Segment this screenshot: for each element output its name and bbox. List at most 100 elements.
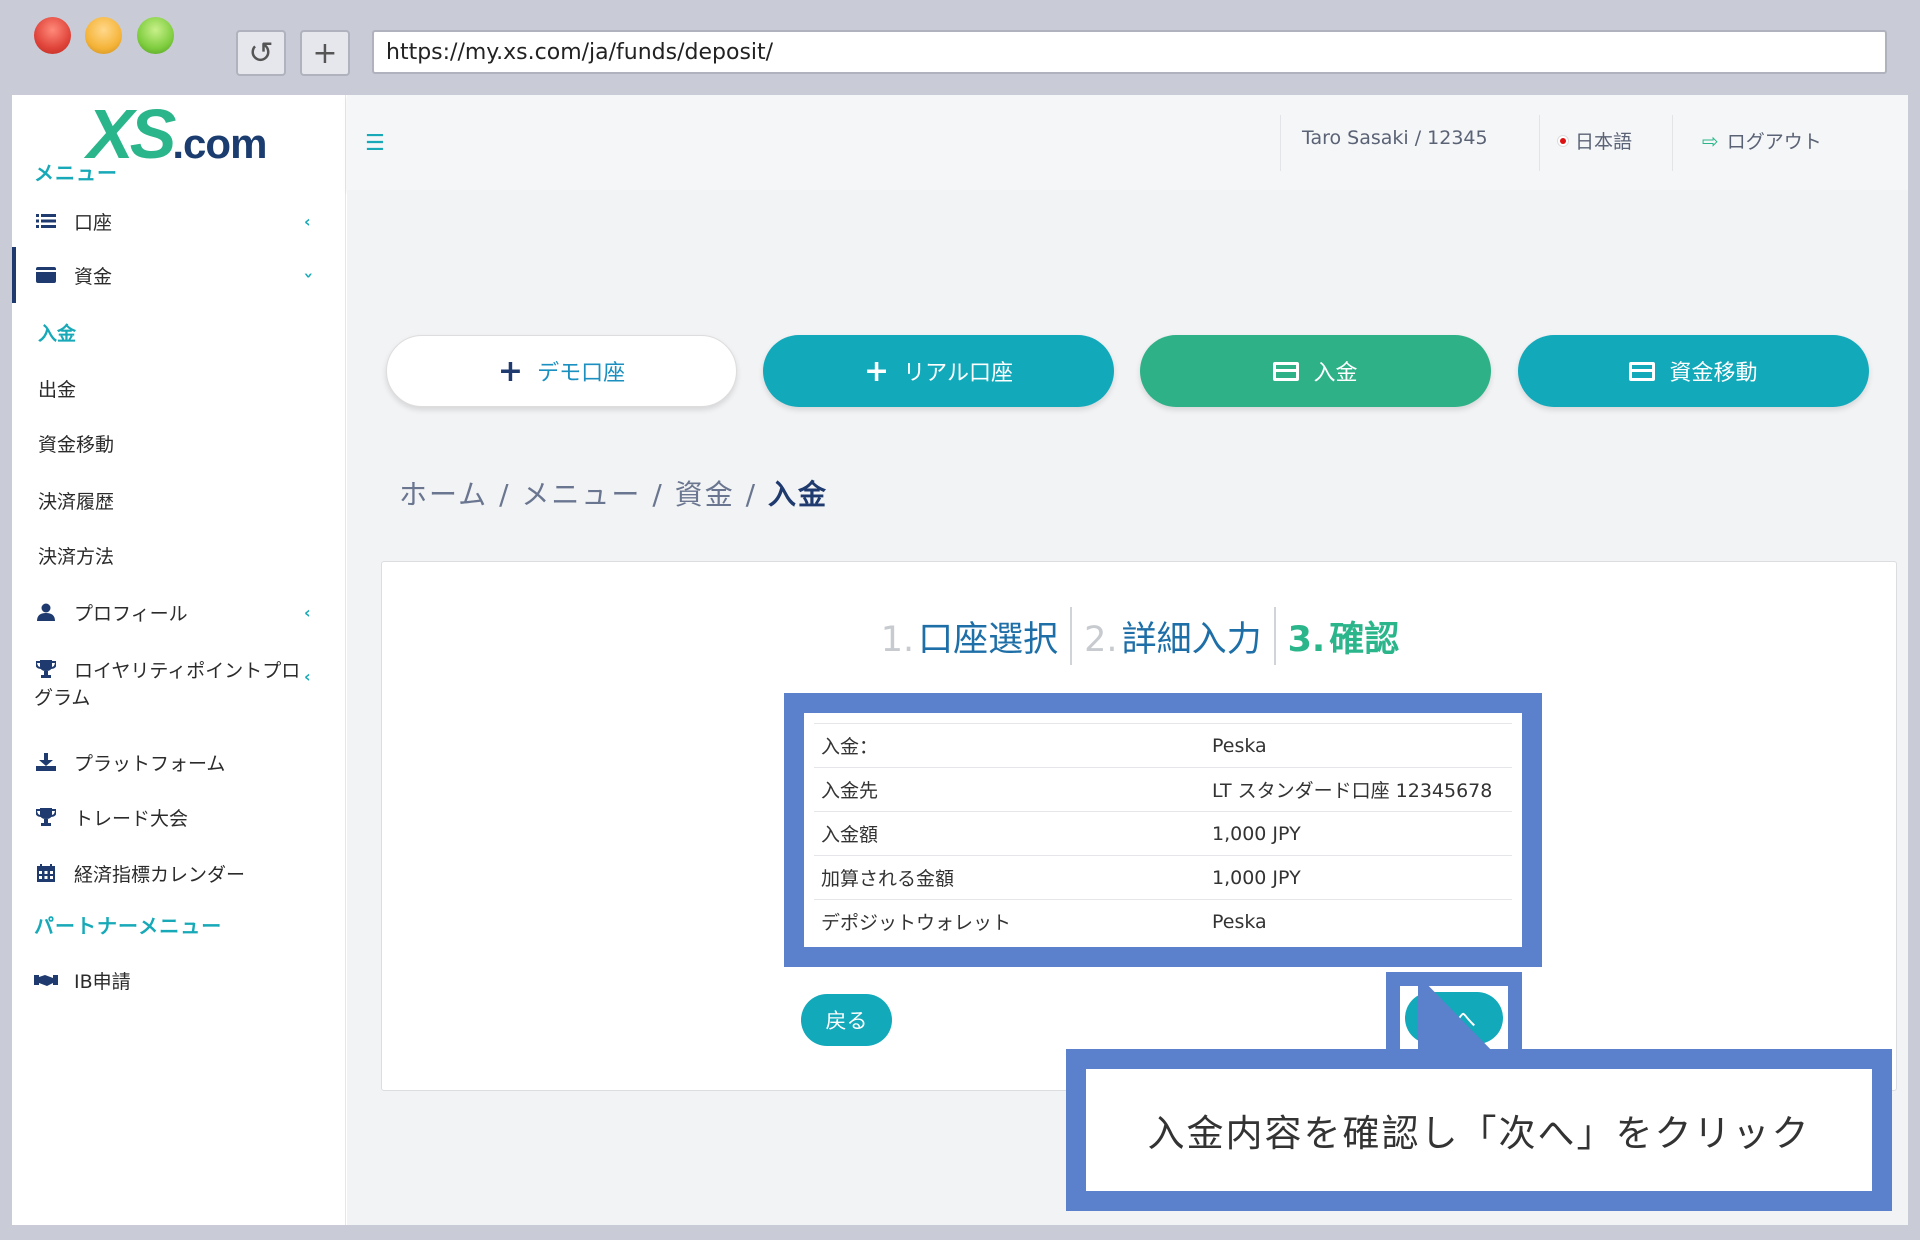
step-label: 詳細入力 [1121, 619, 1262, 660]
row-key: デポジットウォレット [821, 912, 1012, 934]
sidebar-item-label: トレード大会 [74, 807, 189, 830]
url-text: https://my.xs.com/ja/funds/deposit/ [386, 39, 774, 65]
deposit-label: 入金 [1313, 361, 1358, 386]
row-key: 入金額 [821, 824, 879, 846]
japan-flag-icon [1557, 134, 1569, 147]
sidebar-sub-methods[interactable]: 決済方法 [38, 542, 114, 569]
divider [1539, 115, 1540, 171]
sidebar-item-contest[interactable]: トレード大会 [12, 803, 346, 831]
list-icon [34, 213, 58, 229]
divider [1280, 115, 1281, 171]
breadcrumb-separator: / [499, 478, 511, 511]
table-row: デポジットウォレット Peska [814, 899, 1512, 943]
trophy-icon [34, 660, 58, 678]
real-account-button[interactable]: + リアル口座 [763, 335, 1114, 407]
new-tab-button[interactable]: + [300, 30, 350, 76]
divider [1672, 115, 1673, 171]
step-number: 3. [1287, 619, 1326, 660]
table-row: 入金： Peska [814, 723, 1512, 767]
chevron-left-icon: ‹ [304, 211, 311, 231]
logout-link[interactable]: ⇨ ログアウト [1702, 127, 1822, 154]
close-window-button[interactable] [34, 17, 71, 54]
breadcrumb-menu[interactable]: メニュー [521, 478, 641, 511]
callout-text: 入金内容を確認し「次へ」をクリック [1086, 1069, 1872, 1191]
demo-account-button[interactable]: + デモ口座 [386, 335, 737, 407]
sidebar-item-label: プラットフォーム [74, 752, 226, 775]
callout-pointer [1418, 975, 1498, 1057]
maximize-window-button[interactable] [137, 17, 174, 54]
minimize-window-button[interactable] [85, 17, 122, 54]
browser-toolbar: ↺ + https://my.xs.com/ja/funds/deposit/ [0, 0, 1920, 95]
reload-button[interactable]: ↺ [236, 30, 286, 76]
sidebar-item-funds[interactable]: 資金 ‹ [12, 261, 346, 289]
row-value: Peska [1212, 734, 1267, 757]
user-account-info: Taro Sasaki / 12345 [1302, 127, 1488, 149]
calendar-icon [34, 864, 58, 882]
logout-label: ログアウト [1726, 131, 1822, 153]
chevron-left-icon: ‹ [304, 667, 311, 686]
breadcrumb: ホーム / メニュー / 資金 / 入金 [399, 473, 828, 513]
chevron-left-icon: ‹ [304, 602, 311, 622]
logout-icon: ⇨ [1702, 128, 1719, 153]
breadcrumb-separator: / [745, 478, 758, 511]
table-row: 加算される金額 1,000 JPY [814, 855, 1512, 899]
sidebar-item-loyalty[interactable]: ロイヤリティポイントプロ ‹ [12, 655, 346, 686]
handshake-icon [34, 972, 58, 988]
step-label: 口座選択 [918, 619, 1059, 660]
plus-icon: + [864, 353, 890, 389]
back-button[interactable]: 戻る [801, 994, 892, 1046]
partner-heading: パートナーメニュー [34, 914, 223, 938]
sidebar-item-ib[interactable]: IB申請 [12, 966, 346, 994]
top-bar: ☰ Taro Sasaki / 12345 日本語 ⇨ ログアウト [347, 95, 1908, 190]
row-value: LT スタンダード口座 12345678 [1212, 780, 1493, 802]
step-number: 2. [1084, 619, 1118, 660]
menu-heading: メニュー [34, 161, 118, 185]
breadcrumb-separator: / [652, 478, 664, 511]
row-key: 入金先 [821, 780, 879, 802]
sidebar-sub-withdraw[interactable]: 出金 [38, 375, 76, 402]
hamburger-menu-icon[interactable]: ☰ [365, 131, 385, 156]
instruction-callout: 入金内容を確認し「次へ」をクリック [1066, 1049, 1892, 1211]
breadcrumb-home[interactable]: ホーム [399, 478, 488, 511]
sidebar-sub-deposit[interactable]: 入金 [38, 319, 76, 346]
row-key: 入金： [821, 736, 879, 758]
sidebar-item-label-wrap: グラム [34, 687, 91, 709]
language-selector[interactable]: 日本語 [1557, 127, 1632, 154]
credit-card-icon [1629, 361, 1656, 381]
sidebar-item-profile[interactable]: プロフィール ‹ [12, 598, 346, 626]
step-1: 1. 口座選択 [869, 611, 1070, 662]
sidebar: XS.com メニュー 口座 ‹ 資金 ‹ 入金 出金 資金移動 決済履歴 決済… [12, 95, 346, 1225]
demo-account-label: デモ口座 [537, 361, 626, 386]
sidebar-item-label: 資金 [74, 265, 113, 288]
real-account-label: リアル口座 [903, 361, 1013, 386]
row-value: Peska [1212, 910, 1267, 933]
sidebar-item-label: プロフィール [74, 602, 188, 625]
step-2: 2. 詳細入力 [1072, 611, 1273, 662]
sidebar-sub-history[interactable]: 決済履歴 [38, 487, 114, 514]
table-row: 入金額 1,000 JPY [814, 811, 1512, 855]
sidebar-sub-transfer[interactable]: 資金移動 [38, 430, 114, 457]
credit-card-icon [1273, 361, 1300, 381]
breadcrumb-funds[interactable]: 資金 [675, 478, 735, 511]
address-bar[interactable]: https://my.xs.com/ja/funds/deposit/ [372, 30, 1887, 74]
transfer-button[interactable]: 資金移動 [1518, 335, 1869, 407]
sidebar-item-label: ロイヤリティポイントプロ [74, 659, 301, 682]
deposit-button[interactable]: 入金 [1140, 335, 1491, 407]
transfer-label: 資金移動 [1669, 361, 1758, 386]
row-value: 1,000 JPY [1212, 866, 1301, 889]
sidebar-item-platform[interactable]: プラットフォーム [12, 748, 346, 776]
user-icon [34, 603, 58, 621]
step-number: 1. [880, 619, 915, 660]
language-label: 日本語 [1575, 131, 1633, 153]
sidebar-item-accounts[interactable]: 口座 ‹ [12, 207, 346, 235]
sidebar-item-label: IB申請 [74, 970, 131, 993]
sidebar-item-label: 経済指標カレンダー [74, 863, 246, 886]
wallet-icon [34, 267, 58, 283]
step-label: 確認 [1329, 619, 1400, 660]
row-value: 1,000 JPY [1212, 822, 1301, 845]
sidebar-item-calendar[interactable]: 経済指標カレンダー [12, 859, 346, 887]
breadcrumb-current: 入金 [767, 478, 828, 511]
chevron-down-icon: ‹ [297, 271, 317, 279]
trophy-icon [34, 808, 58, 826]
confirmation-table: 入金： Peska 入金先 LT スタンダード口座 12345678 入金額 1… [804, 713, 1522, 947]
